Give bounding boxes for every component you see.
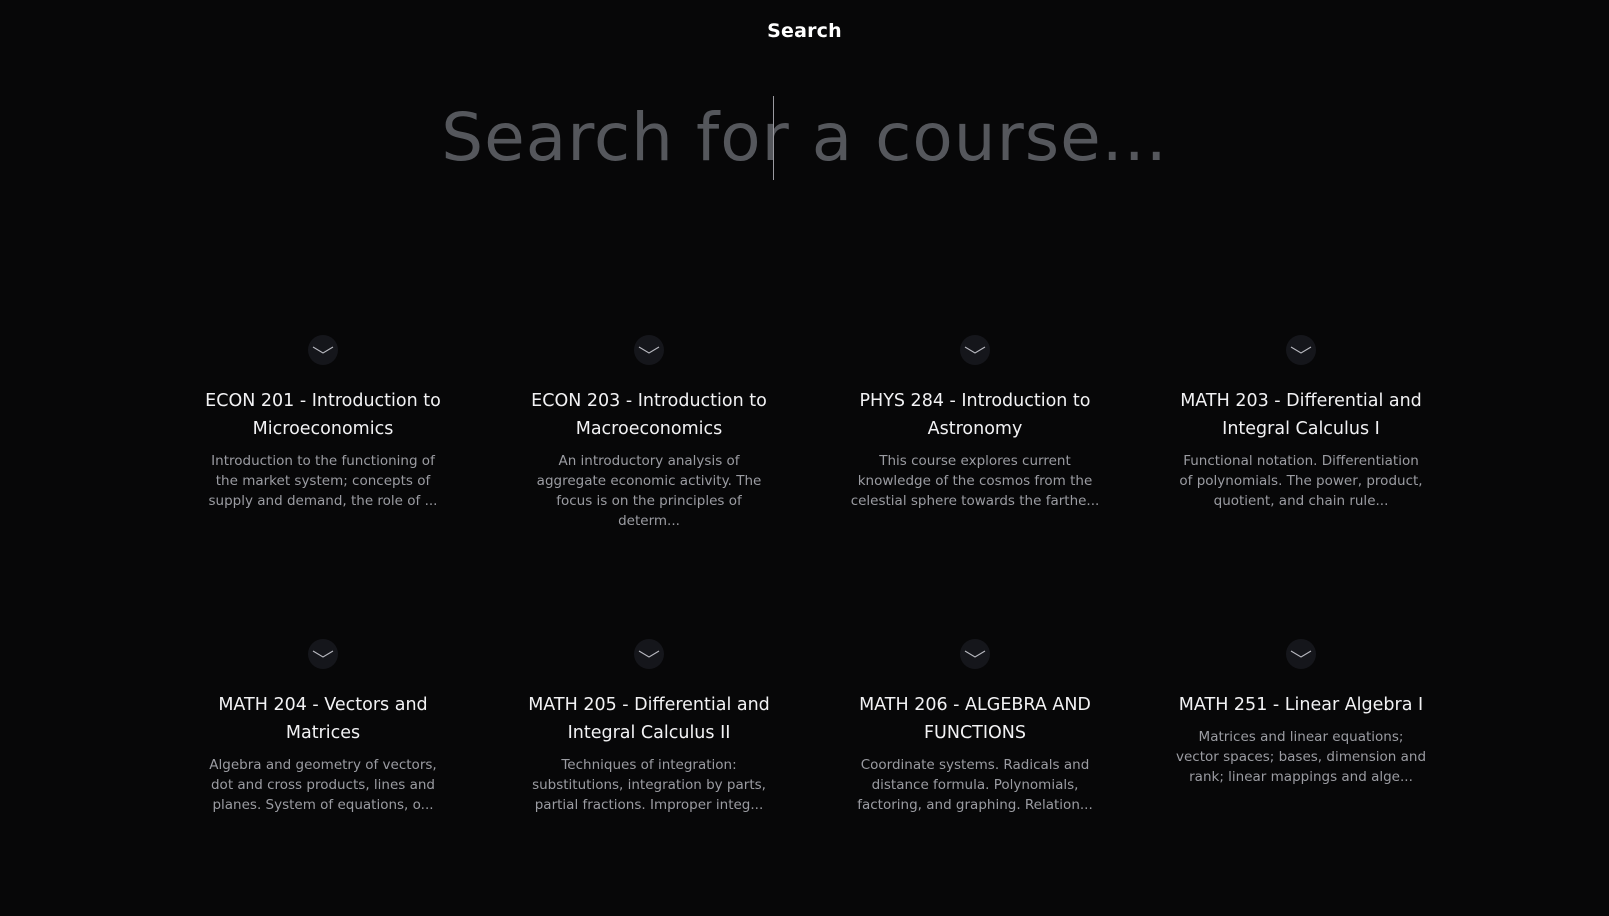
course-description: Techniques of integration: substitutions…: [532, 757, 766, 813]
chevron-down-icon: [308, 335, 338, 365]
course-card[interactable]: ECON 201 - Introduction to Microeconomic…: [160, 335, 486, 639]
course-description: This course explores current knowledge o…: [850, 453, 1100, 509]
chevron-down-icon: [634, 335, 664, 365]
course-card[interactable]: ECON 203 - Introduction to Macroeconomic…: [486, 335, 812, 639]
search-input[interactable]: [304, 92, 1305, 182]
course-title: MATH 206 - ALGEBRA AND FUNCTIONS: [859, 695, 1091, 743]
course-description: An introductory analysis of aggregate ec…: [536, 453, 762, 529]
page-title: Search: [767, 20, 842, 42]
course-title: ECON 201 - Introduction to Microeconomic…: [205, 391, 441, 439]
chevron-down-icon: [960, 335, 990, 365]
chevron-down-icon: [960, 639, 990, 669]
course-description: Algebra and geometry of vectors, dot and…: [209, 757, 437, 813]
search-bar: [0, 92, 1609, 182]
course-card[interactable]: PHYS 284 - Introduction to Astronomy Thi…: [812, 335, 1138, 639]
course-card[interactable]: MATH 206 - ALGEBRA AND FUNCTIONS Coordin…: [812, 639, 1138, 916]
course-card[interactable]: MATH 203 - Differential and Integral Cal…: [1138, 335, 1464, 639]
course-title: ECON 203 - Introduction to Macroeconomic…: [531, 391, 767, 439]
course-title: MATH 251 - Linear Algebra I: [1178, 695, 1424, 715]
course-description: Functional notation. Differentiation of …: [1179, 453, 1423, 509]
course-card[interactable]: MATH 251 - Linear Algebra I Matrices and…: [1138, 639, 1464, 916]
chevron-down-icon: [308, 639, 338, 669]
text-cursor: [773, 96, 774, 180]
course-card[interactable]: MATH 205 - Differential and Integral Cal…: [486, 639, 812, 916]
chevron-down-icon: [634, 639, 664, 669]
course-card[interactable]: MATH 204 - Vectors and Matrices Algebra …: [160, 639, 486, 916]
course-title: PHYS 284 - Introduction to Astronomy: [859, 391, 1091, 439]
course-description: Matrices and linear equations; vector sp…: [1176, 729, 1427, 785]
course-grid: ECON 201 - Introduction to Microeconomic…: [160, 335, 1460, 916]
course-title: MATH 203 - Differential and Integral Cal…: [1180, 391, 1422, 439]
chevron-down-icon: [1286, 639, 1316, 669]
course-description: Coordinate systems. Radicals and distanc…: [857, 757, 1093, 813]
chevron-down-icon: [1286, 335, 1316, 365]
course-title: MATH 204 - Vectors and Matrices: [218, 695, 428, 743]
course-description: Introduction to the functioning of the m…: [208, 453, 438, 509]
course-title: MATH 205 - Differential and Integral Cal…: [528, 695, 770, 743]
